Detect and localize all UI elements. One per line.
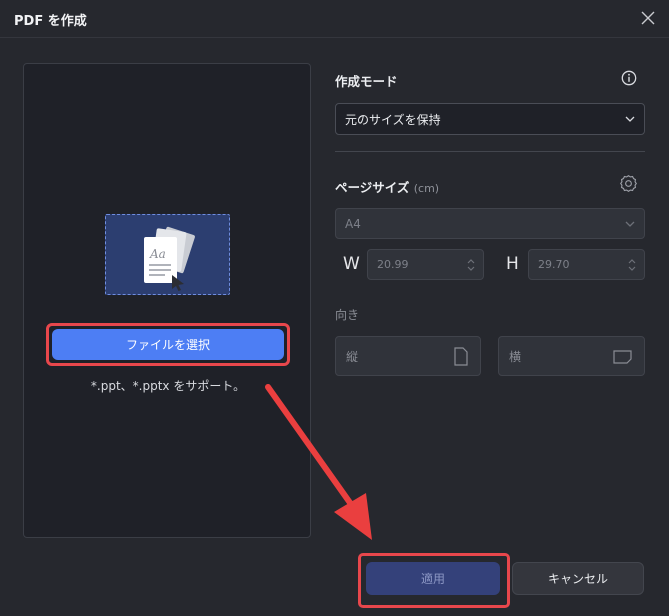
creation-mode-label: 作成モード	[335, 74, 398, 89]
section-divider	[335, 151, 645, 152]
svg-text:Aa: Aa	[149, 247, 166, 261]
info-icon[interactable]	[621, 70, 637, 86]
page-size-unit: (cm)	[413, 182, 440, 195]
landscape-button[interactable]: 横	[498, 336, 645, 376]
dialog-title: PDF を作成	[14, 14, 87, 29]
gear-icon[interactable]	[619, 174, 638, 193]
portrait-label: 縦	[346, 349, 359, 364]
height-label: H	[506, 254, 519, 274]
apply-button[interactable]: 適用	[366, 562, 500, 595]
file-drop-panel: Aa ファイルを選択 *.ppt、*.pptx をサポート。	[23, 63, 311, 538]
supported-formats-text: *.ppt、*.pptx をサポート。	[90, 379, 246, 393]
dialog-titlebar: PDF を作成	[0, 0, 669, 38]
drop-zone[interactable]: Aa	[105, 214, 230, 295]
width-input[interactable]: 20.99	[367, 249, 484, 280]
documents-icon: Aa	[144, 226, 195, 291]
orientation-label: 向き	[335, 308, 360, 322]
close-icon[interactable]	[639, 9, 657, 27]
page-size-value: A4	[345, 216, 361, 231]
page-size-select[interactable]: A4	[335, 208, 645, 239]
chevron-down-icon	[625, 116, 635, 122]
spinner-icon[interactable]	[467, 258, 475, 272]
width-label: W	[343, 254, 360, 274]
page-size-label-text: ページサイズ	[335, 180, 410, 195]
page-size-label: ページサイズ (cm)	[335, 177, 439, 196]
height-value: 29.70	[538, 258, 570, 271]
portrait-page-icon	[454, 347, 468, 366]
landscape-page-icon	[613, 350, 632, 364]
landscape-label: 横	[509, 349, 522, 364]
creation-mode-value: 元のサイズを保持	[345, 112, 441, 127]
height-input[interactable]: 29.70	[528, 249, 645, 280]
portrait-button[interactable]: 縦	[335, 336, 481, 376]
spinner-icon[interactable]	[628, 258, 636, 272]
width-value: 20.99	[377, 258, 409, 271]
creation-mode-select[interactable]: 元のサイズを保持	[335, 103, 645, 135]
select-file-button[interactable]: ファイルを選択	[52, 329, 284, 360]
cancel-button[interactable]: キャンセル	[512, 562, 644, 595]
chevron-down-icon	[625, 221, 635, 227]
